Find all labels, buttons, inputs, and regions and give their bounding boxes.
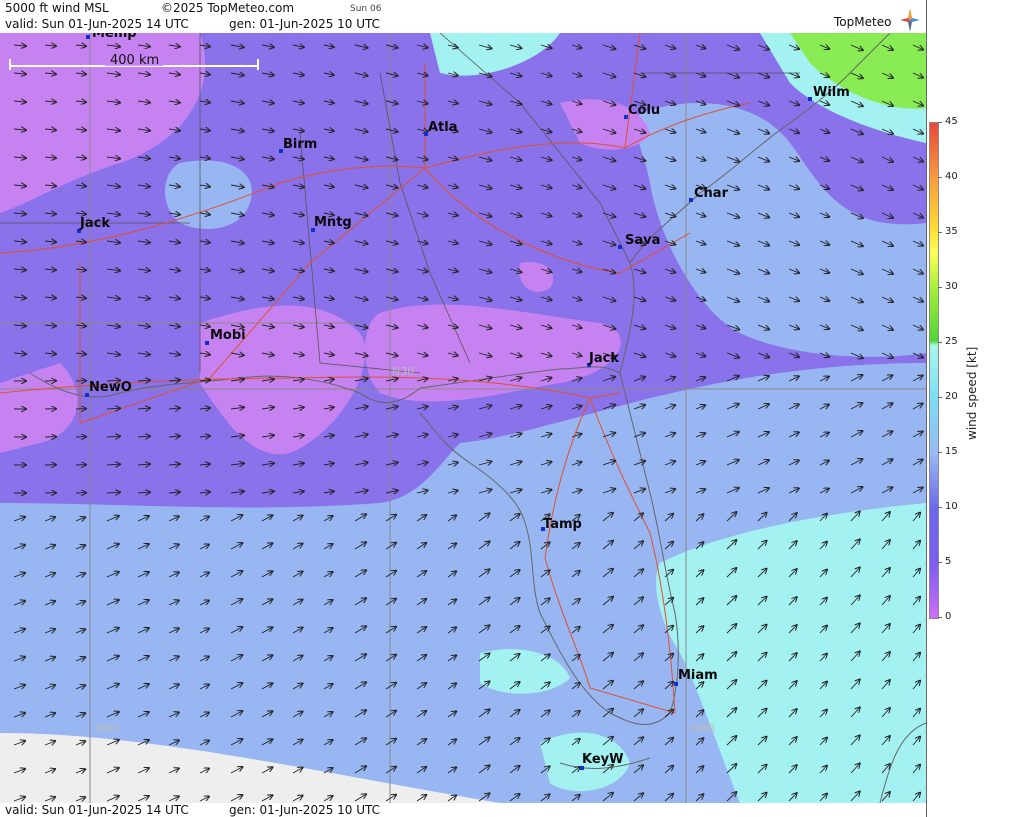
city-label-wilm[interactable]: Wilm	[813, 85, 850, 100]
generated-time: gen: 01-Jun-2025 10 UTC	[229, 17, 381, 31]
map-footer: valid: Sun 01-Jun-2025 14 UTC gen: 01-Ju…	[0, 803, 926, 817]
legend-tick-mark	[938, 397, 942, 398]
lon-label-w80: W80	[690, 722, 715, 735]
scale-bar-label: 400 km	[110, 53, 159, 68]
city-label-keyw[interactable]: KeyW	[582, 752, 623, 767]
wind-speed-legend: 45 40 35 30 25 20 15 10 5 0 wind speed [kt]	[927, 0, 1017, 817]
city-marker-wilm[interactable]	[808, 97, 812, 101]
legend-tick-mark	[938, 287, 942, 288]
city-label-birm[interactable]: Birm	[283, 137, 317, 152]
legend-tick-label: 20	[945, 391, 958, 402]
wind-zone-moderate-3	[165, 160, 252, 229]
legend-tick-mark	[938, 617, 942, 618]
city-marker-sava[interactable]	[618, 245, 622, 249]
legend-tick-label: 0	[945, 611, 952, 622]
city-marker-char[interactable]	[689, 198, 693, 202]
city-label-memp[interactable]: Memp	[92, 33, 137, 41]
city-marker-memp[interactable]	[86, 35, 90, 39]
legend-tick-mark	[938, 122, 942, 123]
legend-tick-mark	[938, 177, 942, 178]
valid-time: valid: Sun 01-Jun-2025 14 UTC	[5, 17, 189, 31]
city-label-mobi[interactable]: Mobi	[210, 328, 246, 343]
legend-title: wind speed [kt]	[965, 346, 979, 440]
legend-tick-label: 15	[945, 446, 958, 457]
legend-tick-mark	[938, 562, 942, 563]
legend-tick-label: 35	[945, 226, 958, 237]
lat-label-n30: N30	[392, 365, 414, 378]
footer-generated-time: gen: 01-Jun-2025 10 UTC	[229, 803, 381, 817]
city-label-jack-ms[interactable]: Jack	[79, 216, 110, 231]
legend-tick-label: 10	[945, 501, 958, 512]
topmeteo-logo[interactable]: TopMeteo	[834, 8, 924, 32]
city-label-newo[interactable]: NewO	[89, 380, 132, 395]
lon-label-w90: W90	[95, 722, 120, 735]
legend-tick-label: 25	[945, 336, 958, 347]
map-header: 5000 ft wind MSL ©2025 TopMeteo.com Sun …	[0, 0, 926, 34]
day-tag: Sun 06	[350, 4, 382, 14]
logo-text: TopMeteo	[834, 15, 892, 29]
legend-tick-mark	[938, 507, 942, 508]
city-label-miam[interactable]: Miam	[678, 668, 718, 683]
legend-tick-label: 45	[945, 116, 958, 127]
city-label-tamp[interactable]: Tamp	[543, 517, 582, 532]
city-label-atla[interactable]: Atla	[428, 120, 458, 135]
city-marker-mobi[interactable]	[205, 341, 209, 345]
city-label-char[interactable]: Char	[694, 186, 729, 201]
map-title: 5000 ft wind MSL	[5, 1, 109, 15]
color-bar	[929, 122, 939, 619]
legend-tick-label: 30	[945, 281, 958, 292]
legend-tick-label: 5	[945, 556, 952, 567]
footer-valid-time: valid: Sun 01-Jun-2025 14 UTC	[5, 803, 189, 817]
legend-tick-label: 40	[945, 171, 958, 182]
compass-star-icon	[900, 8, 920, 32]
city-label-jack-fl[interactable]: Jack	[588, 351, 619, 366]
wind-map[interactable]: 400 km N30 W90 W80 Memp Birm Atla Colu W…	[0, 33, 926, 803]
city-label-colu[interactable]: Colu	[628, 103, 660, 118]
copyright-text: ©2025 TopMeteo.com	[161, 1, 295, 15]
legend-tick-mark	[938, 232, 942, 233]
legend-tick-mark	[938, 452, 942, 453]
city-label-mntg[interactable]: Mntg	[314, 215, 352, 230]
legend-tick-mark	[938, 342, 942, 343]
city-label-sava[interactable]: Sava	[625, 233, 660, 248]
